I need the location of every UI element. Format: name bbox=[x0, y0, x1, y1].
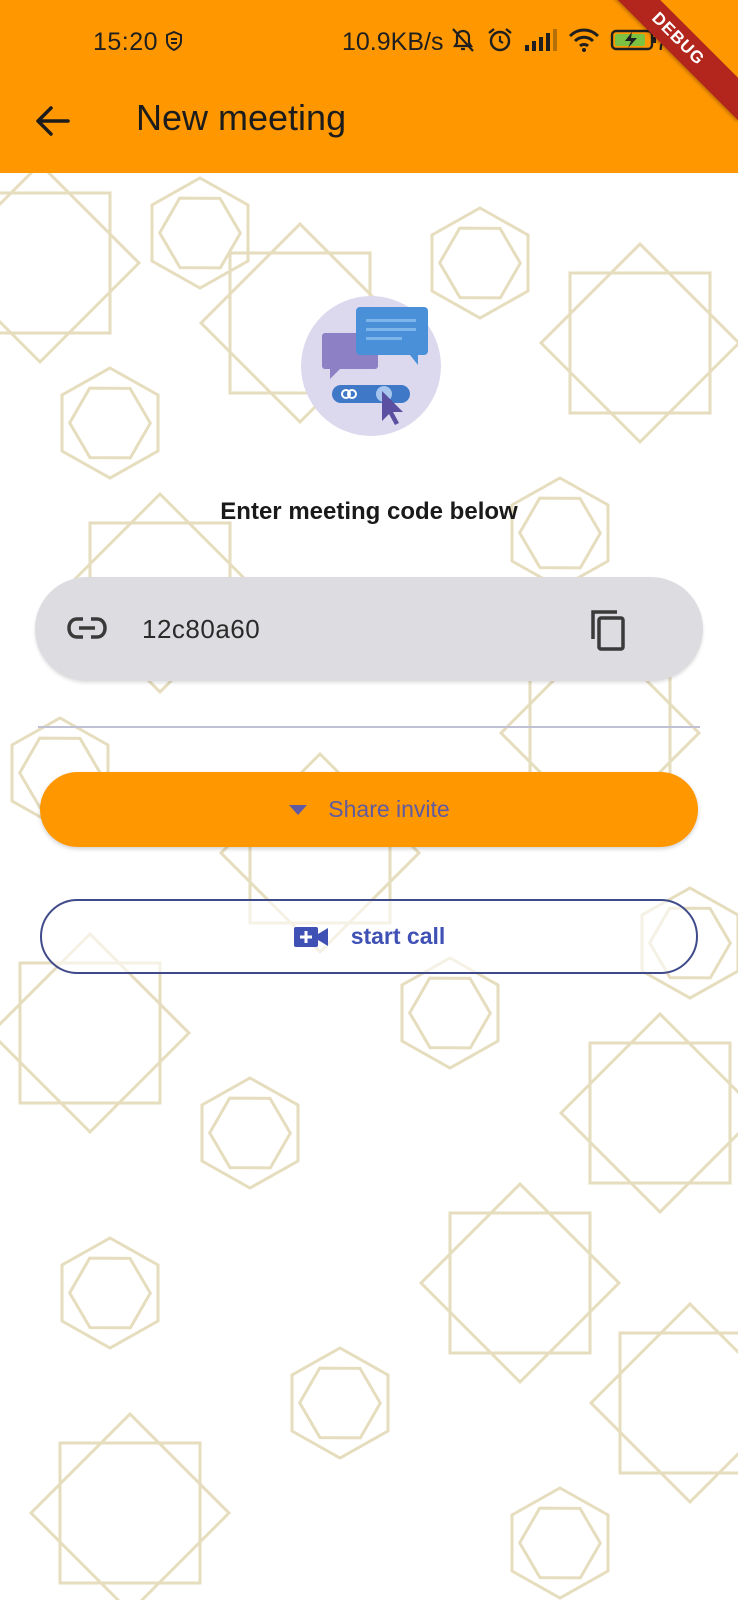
arrow-back-icon bbox=[36, 106, 70, 136]
copy-icon bbox=[591, 610, 625, 651]
status-bar: 15:20 10.9KB/s bbox=[0, 0, 738, 86]
shield-icon bbox=[166, 30, 182, 52]
link-icon bbox=[67, 617, 107, 639]
divider bbox=[38, 726, 700, 728]
copy-button[interactable] bbox=[587, 607, 633, 653]
start-call-label: start call bbox=[350, 923, 446, 949]
video-call-icon bbox=[293, 926, 328, 947]
share-invite-label: Share invite bbox=[328, 796, 450, 822]
wifi-icon bbox=[568, 28, 600, 52]
status-time: 15:20 bbox=[93, 28, 159, 56]
meeting-code-field[interactable]: 12c80a60 bbox=[35, 577, 703, 681]
meeting-illustration bbox=[301, 296, 441, 436]
mute-bell-icon bbox=[452, 28, 474, 52]
dropdown-arrow-icon bbox=[289, 804, 308, 815]
start-call-button[interactable]: start call bbox=[40, 899, 698, 974]
meeting-code-value[interactable]: 12c80a60 bbox=[142, 614, 260, 645]
back-button[interactable] bbox=[30, 98, 76, 144]
signal-icon bbox=[525, 29, 557, 51]
share-invite-button[interactable]: Share invite bbox=[40, 772, 698, 847]
app-bar: 15:20 10.9KB/s DEBUG New meeting bbox=[0, 0, 738, 173]
instruction-heading: Enter meeting code below bbox=[220, 498, 518, 525]
status-icons bbox=[450, 26, 658, 54]
network-speed: 10.9KB/s bbox=[342, 28, 444, 56]
alarm-icon bbox=[488, 28, 512, 52]
page-title: New meeting bbox=[136, 97, 347, 138]
